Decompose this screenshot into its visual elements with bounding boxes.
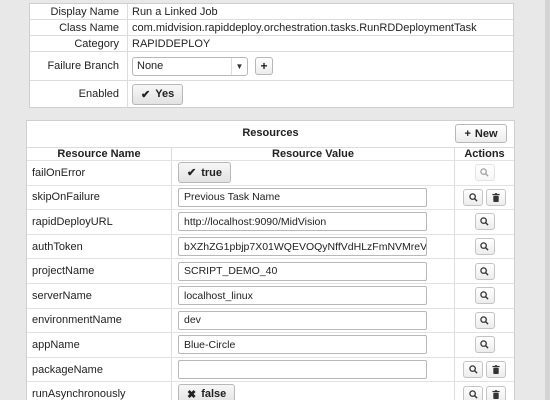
resource-row: packageName [27,357,514,383]
magnifier-icon[interactable] [463,361,483,379]
resource-row: rapidDeployURL http://localhost:9090/MidV… [27,210,514,235]
magnifier-icon[interactable] [463,385,483,400]
resource-name: serverName [27,283,172,308]
resource-value-input[interactable]: http://localhost:9090/MidVision [178,212,427,232]
plus-icon: + [464,127,471,140]
resource-row: authToken bXZhZG1pbjp7X01WQEVOQyNffVdHLzF… [27,234,514,260]
resources-title: Resources [242,127,299,139]
resource-name: packageName [27,357,172,382]
resource-value-input[interactable]: localhost_linux [178,286,427,306]
failure-branch-label: Failure Branch [30,52,128,80]
caret-down-icon[interactable]: ▼ [231,57,247,75]
magnifier-icon[interactable] [474,238,495,256]
property-row-enabled: Enabled ✔ Yes [30,81,513,107]
resource-row: projectName SCRIPT_DEMO_40 [27,259,514,284]
magnifier-icon[interactable] [474,336,495,354]
resource-row: failOnError ✔ true [27,161,514,186]
resource-row: skipOnFailure Previous Task Name [27,185,514,211]
trash-icon[interactable] [486,361,506,379]
magnifier-icon[interactable] [474,213,495,231]
cross-icon: ✖ [187,388,197,400]
check-icon: ✔ [187,167,197,180]
resource-name: failOnError [27,161,172,185]
trash-icon[interactable] [486,385,506,400]
enabled-label: Enabled [30,81,128,107]
resource-value-toggle[interactable]: ✖ false [178,383,236,400]
resource-actions [455,210,514,234]
resources-panel: Resources + New Resource Name Resource V… [26,120,515,400]
column-header-resource-name: Resource Name [27,148,172,160]
resources-rows: failOnError ✔ true skipOnFailure Previous Ta… [27,161,514,400]
magnifier-icon[interactable] [474,262,495,280]
resource-actions [455,309,514,333]
trash-icon[interactable] [486,188,506,206]
display-name-label: Display Name [30,4,128,19]
resource-actions [455,161,514,185]
resource-actions [455,235,514,259]
class-name-label: Class Name [30,20,128,35]
new-resource-label: New [474,127,498,140]
class-name-value: com.midvision.rapiddeploy.orchestration.… [132,21,477,34]
failure-branch-select[interactable]: None ▼ [132,56,248,76]
resource-name: rapidDeployURL [27,210,172,234]
task-properties-table: Display Name Run a Linked Job Class Name… [29,3,514,108]
property-row-class-name: Class Name com.midvision.rapiddeploy.orc… [30,20,513,36]
category-label: Category [30,36,128,51]
resources-header: Resources + New [27,121,514,148]
check-icon: ✔ [141,88,151,101]
resource-value-toggle[interactable]: ✔ true [178,162,231,184]
display-name-value: Run a Linked Job [132,5,218,18]
add-failure-branch-button[interactable]: + [255,57,273,75]
resource-value-input[interactable]: dev [178,310,427,330]
resources-column-headers: Resource Name Resource Value Actions [27,148,514,161]
resource-name: environmentName [27,308,172,333]
window-edge [545,0,550,400]
magnifier-icon[interactable] [463,188,483,206]
magnifier-icon[interactable] [474,164,495,182]
resource-value-input[interactable] [178,360,427,380]
resource-row: appName Blue-Circle [27,333,514,358]
enabled-toggle-button[interactable]: ✔ Yes [132,83,184,105]
property-row-failure-branch: Failure Branch None ▼ + [30,52,513,81]
plus-icon: + [260,59,268,73]
failure-branch-selected: None [137,60,164,72]
resource-value-input[interactable]: bXZhZG1pbjp7X01WQEVOQyNffVdHLzFmNVMreVpR… [178,237,427,257]
column-header-resource-value: Resource Value [172,148,455,160]
resource-actions [455,358,514,382]
property-row-display-name: Display Name Run a Linked Job [30,4,513,20]
resource-value-label: true [201,166,222,179]
resource-name: skipOnFailure [27,185,172,210]
resource-name: runAsynchronously [27,382,172,400]
column-header-actions: Actions [464,148,505,160]
category-value: RAPIDDEPLOY [132,37,211,50]
new-resource-button[interactable]: + New [455,124,507,143]
resource-row: environmentName dev [27,308,514,334]
resource-row: runAsynchronously ✖ false [27,382,514,400]
resource-name: authToken [27,234,172,259]
enabled-toggle-label: Yes [155,88,175,100]
magnifier-icon[interactable] [474,311,495,329]
resource-value-label: false [201,388,227,400]
resource-actions [455,382,514,400]
resource-value-input[interactable]: SCRIPT_DEMO_40 [178,261,427,281]
resource-name: projectName [27,259,172,283]
resource-actions [455,333,514,357]
resource-actions [455,259,514,283]
resource-name: appName [27,333,172,357]
magnifier-icon[interactable] [474,287,495,305]
resource-value-input[interactable]: Previous Task Name [178,187,427,207]
resource-value-input[interactable]: Blue-Circle [178,335,427,355]
resource-actions [455,186,514,210]
property-row-category: Category RAPIDDEPLOY [30,36,513,52]
resource-actions [455,284,514,308]
resource-row: serverName localhost_linux [27,283,514,309]
